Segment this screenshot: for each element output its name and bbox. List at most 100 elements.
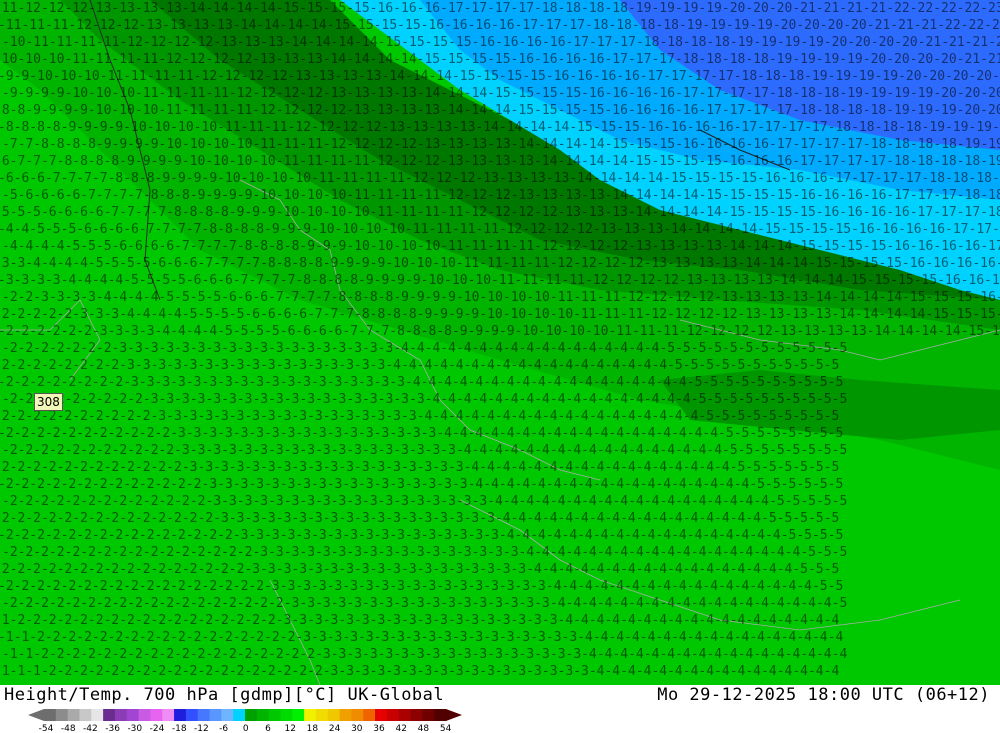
isotherm-row: -5-5-5-6-6-6-6-7-7-7-7-8-8-8-8-9-9-9-10-… xyxy=(0,205,1000,220)
isotherm-row: -2-2-2-2-2-2-2-2-2-2-2-3-3-3-3-3-3-3-3-3… xyxy=(0,426,843,441)
isotherm-row: -6-7-7-7-8-8-8-8-9-9-9-9-10-10-10-10-11-… xyxy=(0,154,1000,169)
isotherm-row: -2-2-2-2-2-2-2-2-2-3-3-3-3-3-3-3-3-3-3-3… xyxy=(2,392,847,407)
isotherm-row: -9-9-10-10-10-11-11-11-11-12-12-12-12-13… xyxy=(0,69,1000,84)
footer: Height/Temp. 700 hPa [gdmp][°C] UK-Globa… xyxy=(0,685,1000,733)
legend-swatch xyxy=(315,709,329,721)
legend-tick-label: -24 xyxy=(150,724,165,733)
legend-swatch xyxy=(197,709,211,721)
isotherm-row: -3-3-4-4-4-4-5-5-5-5-6-6-6-7-7-7-7-8-8-8… xyxy=(0,256,1000,271)
legend-swatch xyxy=(185,709,199,721)
isotherm-row: -8-8-8-8-9-9-9-9-10-10-10-10-11-11-11-12… xyxy=(0,120,1000,135)
legend-swatch xyxy=(268,709,281,721)
isotherm-row: -4-4-4-4-5-5-5-6-6-6-6-7-7-7-7-8-8-8-8-9… xyxy=(2,239,1000,254)
isotherm-row: -4-4-5-5-5-6-6-6-6-7-7-7-7-8-8-8-8-9-9-9… xyxy=(0,222,1000,237)
legend-tick-label: -48 xyxy=(61,724,76,733)
legend-swatch xyxy=(162,709,175,721)
legend-swatch xyxy=(280,709,293,721)
isotherm-row: -11-11-11-12-12-12-13-13-13-13-14-14-14-… xyxy=(0,18,1000,33)
isotherm-row: -2-2-2-2-2-2-2-2-2-2-2-2-2-2-2-2-2-3-3-3… xyxy=(0,579,843,594)
isotherm-row: -8-8-9-9-9-9-10-10-10-11-11-11-11-12-12-… xyxy=(0,103,1000,118)
legend-ticks: -54 -48 -42 -36 -30 -24 -18 -12 -6 0 6 12 18 24 30 36 42… xyxy=(39,724,452,733)
legend-tick-label: -12 xyxy=(194,724,209,733)
valid-time: Mo 29-12-2025 18:00 UTC (06+12) xyxy=(657,685,990,705)
isotherm-row: -2-2-2-2-2-2-2-2-2-2-2-3-3-3-3-3-3-3-3-3… xyxy=(2,443,847,458)
legend-swatch xyxy=(375,709,388,721)
isotherm-row: -2-2-2-2-2-2-2-2-2-2-2-2-2-2-2-2-2-2-3-3… xyxy=(2,596,847,611)
legend-swatch xyxy=(55,709,69,721)
legend-swatch xyxy=(245,709,258,721)
legend-swatch xyxy=(422,709,435,721)
isotherm-row: -1-1-2-2-2-2-2-2-2-2-2-2-2-2-2-2-2-2-2-3… xyxy=(0,630,843,645)
isotherm-row: -2-2-2-2-2-2-2-2-3-3-3-3-3-3-3-3-3-3-3-3… xyxy=(0,375,843,390)
isotherm-row: -1-1-1-2-2-2-2-2-2-2-2-2-2-2-2-2-2-2-2-2… xyxy=(0,664,839,679)
legend-arrow-left xyxy=(28,709,44,721)
legend-swatch xyxy=(103,709,116,721)
isotherm-row: -5-6-6-6-6-7-7-7-7-8-8-8-9-9-9-9-10-10-1… xyxy=(2,188,1000,203)
map-canvas: -11-12-12-12-13-13-13-13-14-14-14-14-15-… xyxy=(0,0,1000,685)
isotherm-row: -3-3-3-3-4-4-4-4-5-5-5-5-6-6-6-7-7-7-7-8… xyxy=(0,273,1000,288)
legend-swatch xyxy=(386,709,400,721)
legend-swatch xyxy=(174,709,187,721)
isotherm-row: -2-2-2-2-2-2-2-2-2-2-2-2-2-2-3-3-3-3-3-3… xyxy=(0,511,839,526)
station-marker: 308 xyxy=(34,393,63,411)
legend-tick-label: 30 xyxy=(351,724,363,733)
legend-tick-label: 6 xyxy=(265,724,271,733)
legend-swatch xyxy=(292,709,305,721)
legend-swatch xyxy=(150,709,163,721)
isotherm-row: -11-12-12-12-13-13-13-13-14-14-14-14-15-… xyxy=(0,1,1000,16)
legend-bar xyxy=(28,709,462,721)
legend-arrow-right xyxy=(446,709,462,721)
legend-swatch xyxy=(256,709,270,721)
isotherm-row: -2-2-3-3-3-3-4-4-4-4-5-5-5-5-6-6-6-7-7-7… xyxy=(2,290,1000,305)
legend-swatch xyxy=(363,709,376,721)
legend-tick-label: -30 xyxy=(127,724,142,733)
isotherm-row: -2-2-2-2-2-2-2-3-3-3-3-3-3-3-3-3-3-3-3-3… xyxy=(2,341,847,356)
legend-swatch xyxy=(351,709,364,721)
legend-swatch xyxy=(221,709,234,721)
legend-swatch xyxy=(67,709,80,721)
isotherm-row: -2-2-2-2-2-2-2-2-2-2-2-2-3-3-3-3-3-3-3-3… xyxy=(0,460,839,475)
legend-tick-label: 0 xyxy=(243,724,249,733)
legend-tick-label: 12 xyxy=(284,724,295,733)
legend-tick-label: 36 xyxy=(373,724,385,733)
legend-swatch xyxy=(410,709,423,721)
isotherm-row: -2-2-2-2-2-2-2-2-2-2-2-2-2-2-2-3-3-3-3-3… xyxy=(0,528,843,543)
legend-tick-label: 42 xyxy=(395,724,406,733)
isotherm-row: -2-2-2-2-2-2-3-3-3-3-4-4-4-4-5-5-5-5-6-6… xyxy=(0,324,1000,339)
legend-swatch xyxy=(126,709,140,721)
isotherm-row: -2-2-2-2-2-2-2-2-2-2-2-2-2-2-2-2-3-3-3-3… xyxy=(0,562,839,577)
isotherm-row: -2-2-2-2-2-2-2-2-2-2-2-2-2-3-3-3-3-3-3-3… xyxy=(2,494,847,509)
isotherm-row: -2-2-2-2-2-2-2-2-2-2-2-2-2-3-3-3-3-3-3-3… xyxy=(0,477,843,492)
isotherm-row: -2-2-2-2-2-2-2-2-2-2-2-2-2-2-2-2-3-3-3-3… xyxy=(2,545,847,560)
isotherm-row: -6-6-6-7-7-7-7-8-8-8-9-9-9-9-10-10-10-10… xyxy=(0,171,1000,186)
legend-tick-label: -42 xyxy=(83,724,98,733)
legend-swatch xyxy=(327,709,341,721)
legend-tick-label: 54 xyxy=(440,724,452,733)
legend-swatch xyxy=(44,709,57,721)
legend-swatch xyxy=(233,709,246,721)
legend-tick-label: 24 xyxy=(329,724,341,733)
legend-swatch xyxy=(114,709,128,721)
legend-swatch xyxy=(91,709,104,721)
legend-tick-label: -36 xyxy=(105,724,120,733)
legend-tick-label: -54 xyxy=(39,724,54,733)
isotherm-row: -2-2-2-2-2-2-2-2-3-3-3-3-3-3-3-3-3-3-3-3… xyxy=(0,358,839,373)
legend-tick-label: 48 xyxy=(418,724,430,733)
color-legend: -54 -48 -42 -36 -30 -24 -18 -12 -6 0 6 12 18 24 30 36 42… xyxy=(28,709,462,733)
legend-swatch xyxy=(79,709,92,721)
isotherm-row: -7-7-8-8-8-8-9-9-9-9-10-10-10-10-11-11-1… xyxy=(2,137,1000,152)
legend-swatch xyxy=(209,709,222,721)
legend-tick-label: -18 xyxy=(172,724,187,733)
legend-swatch xyxy=(398,709,412,721)
isotherm-row: -1-1-2-2-2-2-2-2-2-2-2-2-2-2-2-2-2-2-2-2… xyxy=(2,647,847,662)
isotherm-row: -2-2-2-2-2-3-3-3-4-4-4-4-5-5-5-5-6-6-6-6… xyxy=(0,307,1000,322)
legend-tick-label: -6 xyxy=(219,724,228,733)
isotherm-row: -10-11-11-11-11-12-12-12-12-13-13-13-14-… xyxy=(2,35,1000,50)
weather-map: -11-12-12-12-13-13-13-13-14-14-14-14-15-… xyxy=(0,0,1000,685)
legend-swatch xyxy=(138,709,151,721)
legend-swatch xyxy=(339,709,352,721)
isotherm-row: -2-2-2-2-2-2-2-2-2-2-3-3-3-3-3-3-3-3-3-3… xyxy=(0,409,839,424)
map-title: Height/Temp. 700 hPa [gdmp][°C] UK-Globa… xyxy=(4,685,445,705)
isotherm-row: -1-2-2-2-2-2-2-2-2-2-2-2-2-2-2-2-2-2-3-3… xyxy=(0,613,839,628)
isotherm-row: -9-9-9-9-10-10-10-11-11-11-11-12-12-12-1… xyxy=(2,86,1000,101)
